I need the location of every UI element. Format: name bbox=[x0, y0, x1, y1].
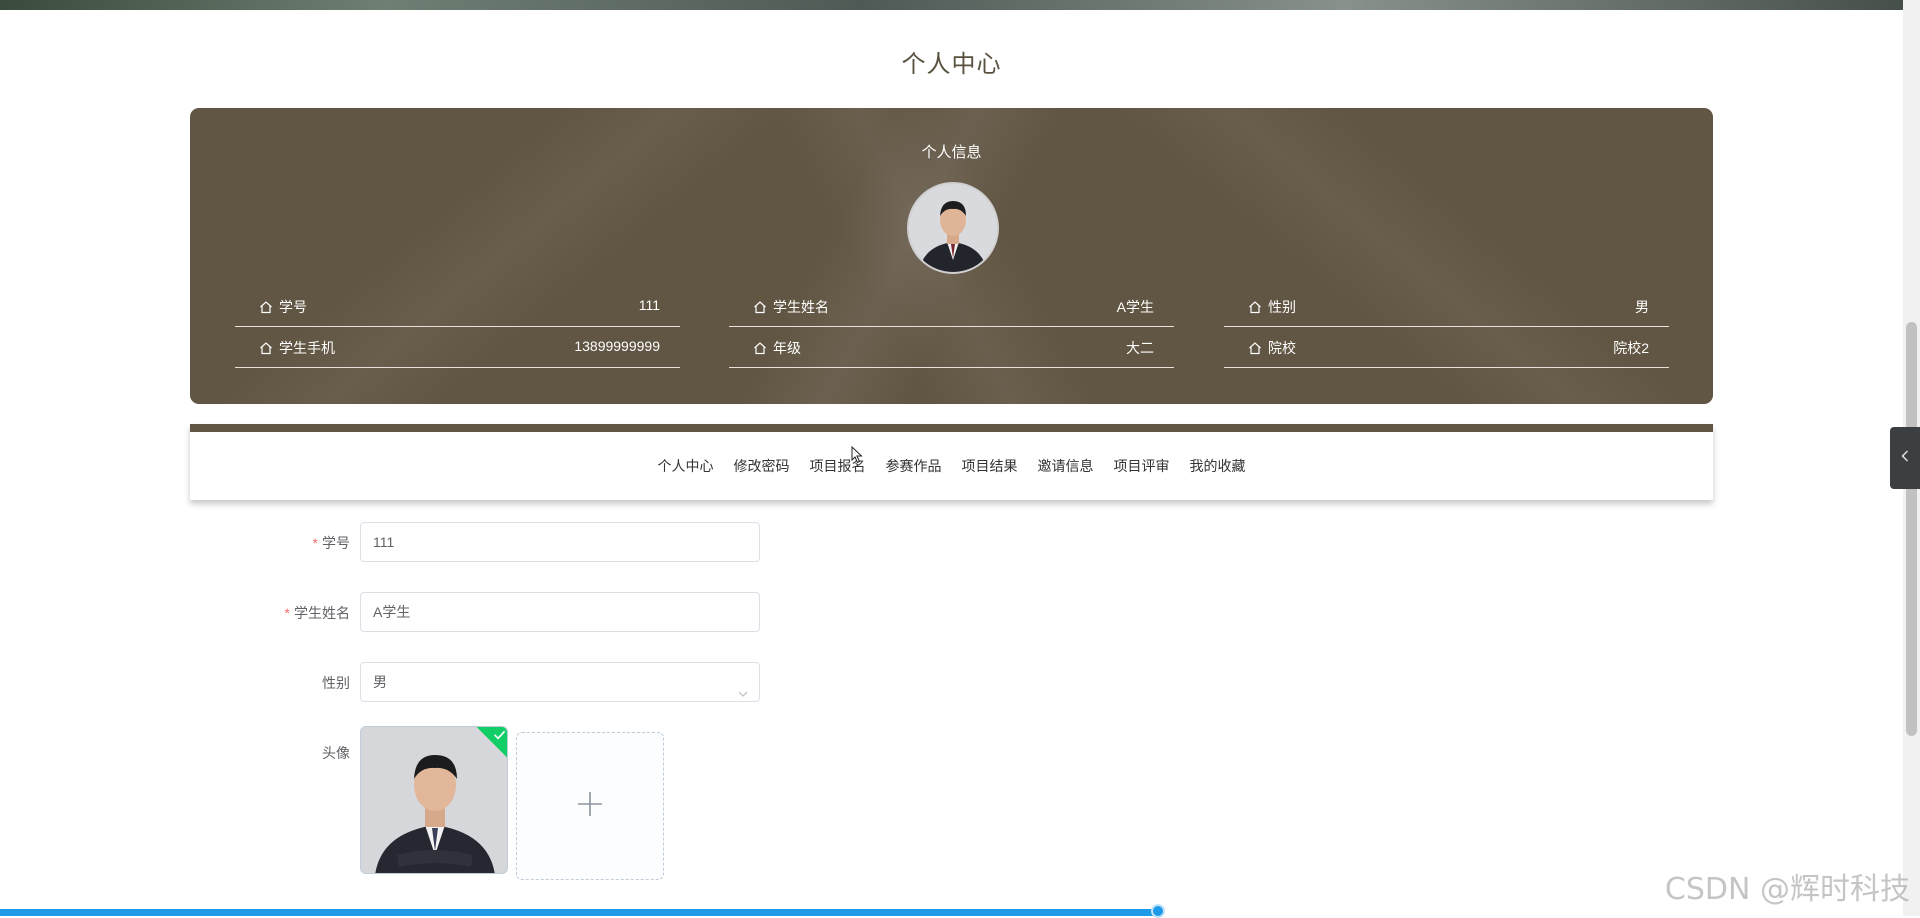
check-icon bbox=[494, 727, 506, 745]
info-label: 年级 bbox=[773, 340, 801, 356]
student-id-input[interactable]: 111 bbox=[360, 522, 760, 562]
info-cell-grade: 年级 大二 bbox=[729, 327, 1174, 368]
page-scrollbar-thumb[interactable] bbox=[1906, 322, 1917, 736]
form-label-gender: 性别 bbox=[322, 675, 350, 691]
info-label: 学号 bbox=[279, 299, 307, 315]
info-label: 学生手机 bbox=[279, 340, 335, 356]
info-cell-student-id: 学号 111 bbox=[235, 286, 680, 327]
nav-item-results[interactable]: 项目结果 bbox=[962, 456, 1018, 476]
chevron-left-icon bbox=[1900, 449, 1910, 468]
nav-item-change-password[interactable]: 修改密码 bbox=[734, 456, 790, 476]
video-progress-bar[interactable] bbox=[0, 909, 1160, 916]
home-icon bbox=[753, 300, 767, 314]
nav-item-profile[interactable]: 个人中心 bbox=[658, 456, 714, 476]
info-value: A学生 bbox=[1116, 299, 1154, 315]
form-label-student-id: 学号 bbox=[322, 535, 350, 551]
uploaded-avatar-thumbnail[interactable] bbox=[360, 726, 508, 874]
info-cell-school: 院校 院校2 bbox=[1224, 327, 1669, 368]
nav-item-entries[interactable]: 参赛作品 bbox=[886, 456, 942, 476]
watermark: CSDN @辉时科技 bbox=[1664, 872, 1910, 907]
plus-icon bbox=[577, 791, 603, 822]
profile-info-card: 个人信息 学号 111 学生姓名 A学生 性别 男 学生手机 138999999… bbox=[190, 108, 1713, 404]
nav-item-favorites[interactable]: 我的收藏 bbox=[1190, 456, 1246, 476]
home-icon bbox=[259, 300, 273, 314]
mouse-cursor-icon bbox=[851, 445, 863, 469]
info-value: 院校2 bbox=[1613, 340, 1649, 356]
info-cell-student-name: 学生姓名 A学生 bbox=[729, 286, 1174, 327]
info-row: 学生手机 13899999999 年级 大二 院校 院校2 bbox=[235, 327, 1679, 368]
home-icon bbox=[1248, 300, 1262, 314]
home-icon bbox=[1248, 341, 1262, 355]
form-label-student-name: 学生姓名 bbox=[294, 605, 350, 621]
profile-avatar bbox=[907, 182, 999, 274]
info-label: 院校 bbox=[1268, 340, 1296, 356]
side-panel-toggle[interactable] bbox=[1890, 427, 1920, 489]
form-label-avatar: 头像 bbox=[322, 745, 350, 761]
chevron-down-icon bbox=[737, 676, 749, 714]
info-cell-gender: 性别 男 bbox=[1224, 286, 1669, 327]
gender-select-value: 男 bbox=[373, 674, 387, 690]
home-icon bbox=[259, 341, 273, 355]
info-cell-phone: 学生手机 13899999999 bbox=[235, 327, 680, 368]
info-value: 男 bbox=[1635, 299, 1649, 315]
page-title: 个人中心 bbox=[901, 51, 1002, 78]
gender-select[interactable]: 男 bbox=[360, 662, 760, 702]
profile-nav: 个人中心 修改密码 项目报名 参赛作品 项目结果 邀请信息 项目评审 我的收藏 bbox=[190, 424, 1713, 500]
upload-add-button[interactable] bbox=[516, 732, 664, 880]
info-value: 111 bbox=[638, 297, 660, 313]
header-banner-image bbox=[0, 0, 1920, 10]
info-grid: 学号 111 学生姓名 A学生 性别 男 学生手机 13899999999 年级… bbox=[235, 286, 1679, 368]
info-value: 13899999999 bbox=[574, 338, 660, 354]
info-label: 学生姓名 bbox=[773, 299, 829, 315]
nav-item-reviews[interactable]: 项目评审 bbox=[1114, 456, 1170, 476]
required-marker: * bbox=[312, 535, 318, 551]
home-icon bbox=[753, 341, 767, 355]
info-row: 学号 111 学生姓名 A学生 性别 男 bbox=[235, 286, 1679, 327]
student-name-input[interactable]: A学生 bbox=[360, 592, 760, 632]
nav-item-invitations[interactable]: 邀请信息 bbox=[1038, 456, 1094, 476]
required-marker: * bbox=[284, 605, 290, 621]
info-label: 性别 bbox=[1268, 299, 1296, 315]
info-card-title: 个人信息 bbox=[921, 144, 982, 161]
info-value: 大二 bbox=[1126, 340, 1154, 356]
